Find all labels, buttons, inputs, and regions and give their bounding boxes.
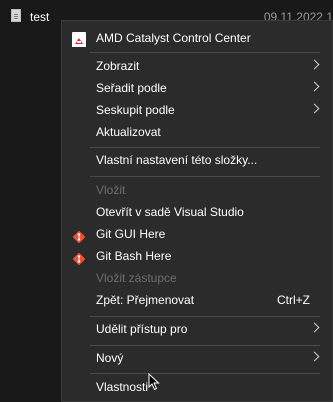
menu-item-seskupit-podle[interactable]: Seskupit podle [62, 99, 332, 121]
menu-item-label: Vlastní nastavení této složky... [96, 153, 258, 167]
menu-item-zpet-prejmenovat[interactable]: Zpět: Přejmenovat Ctrl+Z [62, 289, 332, 311]
menu-item-label: Zpět: Přejmenovat [96, 293, 195, 307]
file-icon [11, 9, 21, 22]
menu-item-udelit-pristup[interactable]: Udělit přístup pro [62, 318, 332, 340]
menu-item-label: Vložit zástupce [96, 271, 177, 285]
menu-item-label: Udělit přístup pro [96, 322, 188, 336]
menu-item-vlastnosti[interactable]: Vlastnosti [62, 376, 332, 398]
menu-separator [90, 52, 320, 53]
menu-item-label: Git Bash Here [96, 249, 172, 263]
menu-separator [90, 176, 320, 177]
menu-item-label: Nový [96, 351, 124, 365]
menu-item-label: Git GUI Here [96, 227, 166, 241]
menu-item-vlastni-nastaveni[interactable]: Vlastní nastavení této složky... [62, 149, 332, 171]
menu-item-aktualizovat[interactable]: Aktualizovat [62, 121, 332, 143]
menu-item-seradit-podle[interactable]: Seřadit podle [62, 77, 332, 99]
menu-item-label: Otevřít v sadě Visual Studio [96, 205, 244, 219]
menu-separator [90, 345, 320, 346]
menu-item-label: Vložit [96, 183, 126, 197]
context-menu: AMD Catalyst Control Center Zobrazit Seř… [61, 20, 333, 402]
amd-icon [72, 32, 86, 47]
menu-item-label: Vlastnosti [96, 380, 149, 394]
chevron-right-icon [309, 81, 320, 92]
chevron-right-icon [309, 103, 320, 114]
menu-separator [90, 316, 320, 317]
chevron-right-icon [309, 59, 320, 70]
git-icon [72, 250, 86, 266]
menu-item-label: Seskupit podle [96, 103, 175, 117]
menu-separator [90, 147, 320, 148]
file-name: test [30, 10, 50, 24]
menu-item-git-gui[interactable]: Git GUI Here [62, 223, 332, 245]
menu-separator [90, 373, 320, 374]
menu-item-amd-catalyst[interactable]: AMD Catalyst Control Center [62, 27, 332, 49]
menu-item-vlozit-zastupce: Vložit zástupce [62, 267, 332, 289]
menu-item-label: AMD Catalyst Control Center [96, 31, 251, 45]
shortcut-label: Ctrl+Z [277, 293, 310, 307]
menu-item-zobrazit[interactable]: Zobrazit [62, 55, 332, 77]
menu-item-vlozit: Vložit [62, 179, 332, 201]
mouse-cursor-icon [148, 373, 160, 391]
menu-item-label: Seřadit podle [96, 81, 167, 95]
menu-item-label: Zobrazit [96, 59, 140, 73]
menu-item-novy[interactable]: Nový [62, 347, 332, 369]
menu-item-otevrit-visual-studio[interactable]: Otevřít v sadě Visual Studio [62, 201, 332, 223]
chevron-right-icon [309, 351, 320, 362]
menu-item-git-bash[interactable]: Git Bash Here [62, 245, 332, 267]
git-icon [72, 228, 86, 244]
menu-item-label: Aktualizovat [96, 125, 161, 139]
chevron-right-icon [309, 322, 320, 333]
